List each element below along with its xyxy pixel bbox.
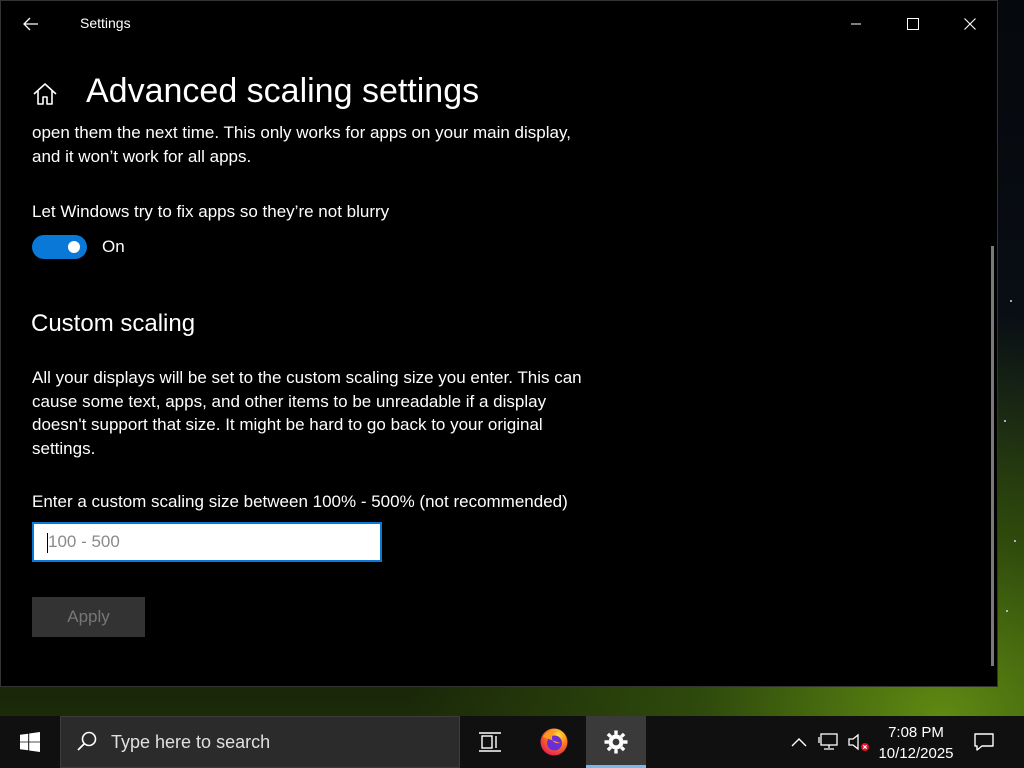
action-center-button[interactable] xyxy=(964,716,1004,768)
custom-scaling-input-label: Enter a custom scaling size between 100%… xyxy=(32,492,568,511)
maximize-icon xyxy=(906,17,919,30)
title-bar: Settings xyxy=(1,1,997,46)
task-view-button[interactable] xyxy=(466,716,514,768)
settings-taskbar-button[interactable] xyxy=(586,716,646,768)
network-icon xyxy=(818,733,838,750)
maximize-button[interactable] xyxy=(884,1,941,46)
window-title: Settings xyxy=(80,15,131,31)
minimize-button[interactable] xyxy=(827,1,884,46)
custom-scaling-heading: Custom scaling xyxy=(31,310,196,337)
intro-text: open them the next time. This only works… xyxy=(32,123,571,166)
notification-icon xyxy=(974,733,994,751)
star xyxy=(1006,610,1008,612)
taskbar: Type here to search 7:08 PM 10/12/2025 xyxy=(0,716,1024,768)
page-title: Advanced scaling settings xyxy=(86,72,480,110)
volume-button[interactable] xyxy=(845,716,873,768)
clock-time: 7:08 PM xyxy=(888,724,944,741)
search-placeholder: Type here to search xyxy=(111,731,271,752)
star xyxy=(1010,300,1012,302)
text-caret xyxy=(47,533,48,553)
custom-scaling-input[interactable] xyxy=(34,524,380,560)
network-button[interactable] xyxy=(815,716,843,768)
chevron-up-icon xyxy=(791,738,807,747)
close-button[interactable] xyxy=(941,1,998,46)
clock-date: 10/12/2025 xyxy=(878,745,954,762)
minimize-icon xyxy=(850,23,861,24)
settings-window: Settings Advanced scaling settings open … xyxy=(0,0,998,687)
taskbar-search-box[interactable]: Type here to search xyxy=(60,716,460,768)
custom-scaling-input-wrapper xyxy=(32,522,382,562)
toggle-knob xyxy=(68,241,80,253)
gear-icon xyxy=(604,730,628,754)
fix-blurry-toggle[interactable] xyxy=(32,235,87,259)
scrollbar[interactable] xyxy=(991,246,994,666)
start-button[interactable] xyxy=(0,716,60,768)
firefox-icon xyxy=(540,728,568,756)
star xyxy=(1014,540,1016,542)
custom-scaling-description: All your displays will be set to the cus… xyxy=(32,368,582,458)
taskbar-clock[interactable]: 7:08 PM 10/12/2025 xyxy=(874,722,958,764)
back-button[interactable] xyxy=(11,9,51,39)
close-icon xyxy=(963,17,976,30)
arrow-left-icon xyxy=(23,17,38,31)
windows-logo-icon xyxy=(20,732,40,752)
fix-blurry-label: Let Windows try to fix apps so they’re n… xyxy=(32,202,390,221)
toggle-state-label: On xyxy=(102,237,125,256)
volume-muted-icon xyxy=(848,733,869,751)
star xyxy=(1004,420,1006,422)
search-icon xyxy=(77,731,97,751)
apply-button[interactable]: Apply xyxy=(32,597,145,637)
show-hidden-icons-button[interactable] xyxy=(786,716,812,768)
task-view-icon xyxy=(479,732,501,752)
home-icon[interactable] xyxy=(32,81,58,107)
firefox-taskbar-button[interactable] xyxy=(530,716,578,768)
